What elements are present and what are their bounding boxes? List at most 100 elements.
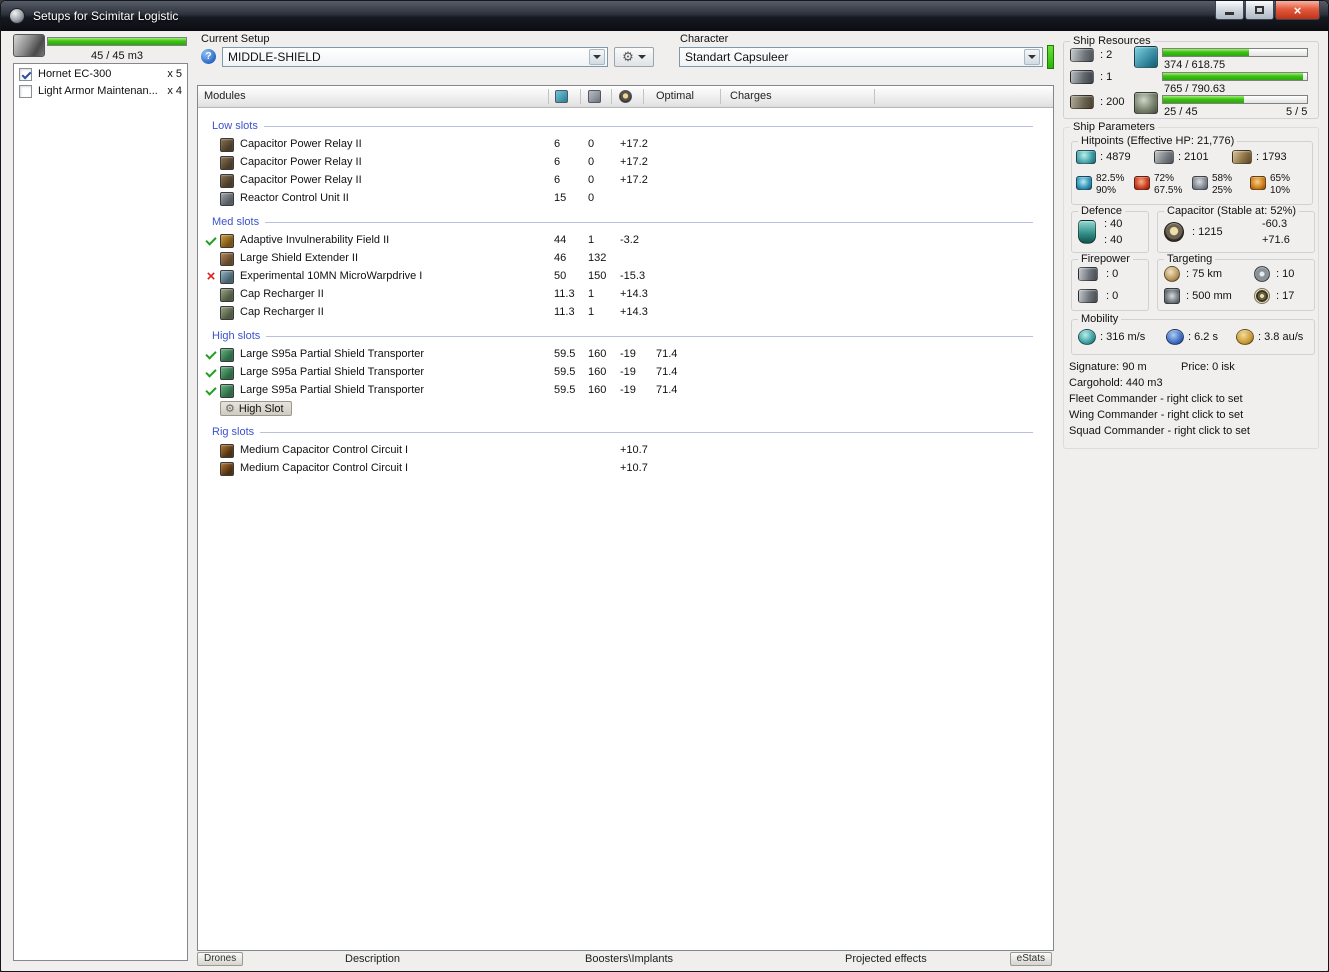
module-cpu-value: 44 — [554, 234, 567, 246]
character-label: Character — [680, 33, 729, 45]
squad-commander-text[interactable]: Squad Commander - right click to set — [1069, 425, 1250, 437]
calibration-icon — [1070, 95, 1094, 109]
wrench-icon: ⚙ — [225, 402, 235, 415]
drone-checkbox[interactable] — [19, 68, 32, 81]
module-powergrid-value: 160 — [588, 384, 607, 396]
maximize-icon — [1255, 6, 1264, 14]
module-optimal-value: 71.4 — [656, 366, 678, 378]
module-name: Experimental 10MN MicroWarpdrive I — [240, 270, 423, 282]
module-powergrid-value: 0 — [588, 174, 595, 186]
slot-section: High slots Large S95a Partial Shield Tran… — [198, 326, 1053, 418]
drone-list[interactable]: Hornet EC-300 x 5 Light Armor Maintenan...… — [13, 63, 188, 961]
character-status-indicator — [1047, 45, 1054, 69]
module-row[interactable]: Medium Capacitor Control Circuit I +10.7 — [198, 442, 1053, 460]
module-powergrid-value: 160 — [588, 348, 607, 360]
offline-cross-icon: × — [206, 268, 216, 285]
module-row[interactable]: Adaptive Invulnerability Field II 44 1 -3.2 — [198, 232, 1053, 250]
module-row[interactable]: Cap Recharger II 11.3 1 +14.3 — [198, 304, 1053, 322]
drone-bay-bar — [47, 37, 187, 46]
capacitor-title: Capacitor (Stable at: 52%) — [1164, 205, 1300, 217]
scan-resolution-icon — [1164, 288, 1180, 304]
module-cpu-value: 59.5 — [554, 366, 576, 378]
warp-speed-value: : 3.8 au/s — [1258, 331, 1304, 343]
character-select-arrow[interactable] — [1024, 49, 1040, 65]
ship-parameters-title: Ship Parameters — [1070, 121, 1158, 133]
status-blank — [204, 287, 218, 303]
module-capacitor-value: +10.7 — [620, 462, 648, 474]
maximize-button[interactable] — [1245, 1, 1274, 20]
module-name: Capacitor Power Relay II — [240, 174, 362, 186]
tab-estats[interactable]: eStats — [1009, 952, 1052, 966]
close-button[interactable]: × — [1275, 1, 1320, 20]
module-capacitor-value: +17.2 — [620, 156, 648, 168]
drone-bandwidth-text: 25 / 45 — [1164, 106, 1198, 118]
drone-list-item[interactable]: Hornet EC-300 x 5 — [14, 66, 187, 83]
drone-list-item[interactable]: Light Armor Maintenan... x 4 — [14, 83, 187, 100]
wing-commander-text[interactable]: Wing Commander - right click to set — [1069, 409, 1243, 421]
tab-boosters-implants[interactable]: Boosters\Implants — [585, 953, 673, 965]
targeting-range-value: : 75 km — [1186, 268, 1223, 280]
defence-value-bottom: : 40 — [1104, 234, 1123, 246]
module-capacitor-value: +10.7 — [620, 444, 648, 456]
slot-section-title: Low slots — [212, 120, 258, 132]
em-resist-icon — [1076, 176, 1092, 190]
module-powergrid-value: 132 — [588, 252, 607, 264]
active-check-icon — [204, 347, 218, 363]
module-row[interactable]: × Experimental 10MN MicroWarpdrive I 50 150… — [198, 268, 1053, 286]
module-cpu-value: 6 — [554, 138, 561, 150]
setup-select-arrow[interactable] — [589, 49, 605, 65]
module-row[interactable]: Large S95a Partial Shield Transporter 59.… — [198, 382, 1053, 400]
module-capacitor-value: +17.2 — [620, 174, 648, 186]
module-row[interactable]: Capacitor Power Relay II 6 0 +17.2 — [198, 172, 1053, 190]
module-capacitor-value: +17.2 — [620, 138, 648, 150]
module-icon-invul — [220, 234, 234, 248]
capacitor-column-icon — [619, 90, 632, 103]
slot-section-header: Low slots — [198, 116, 1053, 136]
tab-drones[interactable]: Drones — [197, 952, 244, 966]
setup-select[interactable]: MIDDLE-SHIELD — [222, 47, 608, 67]
module-capacitor-value: +14.3 — [620, 288, 648, 300]
module-row[interactable]: Capacitor Power Relay II 6 0 +17.2 — [198, 136, 1053, 154]
status-blank — [204, 191, 218, 207]
modules-panel: Modules Optimal Charges Low slots Capacit… — [197, 85, 1054, 951]
drone-checkbox[interactable] — [19, 85, 32, 98]
module-icon-cap-relay — [220, 138, 234, 152]
module-powergrid-value: 0 — [588, 192, 595, 204]
character-select[interactable]: Standart Capsuleer — [679, 47, 1043, 67]
module-row[interactable]: Medium Capacitor Control Circuit I +10.7 — [198, 460, 1053, 478]
slot-section-divider — [263, 125, 1033, 127]
slot-section: Med slots Adaptive Invulnerability Field … — [198, 212, 1053, 322]
module-row[interactable]: Capacitor Power Relay II 6 0 +17.2 — [198, 154, 1053, 172]
module-name: Cap Recharger II — [240, 288, 324, 300]
help-icon[interactable]: ? — [201, 49, 216, 64]
module-icon-transporter — [220, 366, 234, 380]
module-name: Cap Recharger II — [240, 306, 324, 318]
tab-projected-effects[interactable]: Projected effects — [845, 953, 927, 965]
module-row[interactable]: Cap Recharger II 11.3 1 +14.3 — [198, 286, 1053, 304]
module-row[interactable]: Reactor Control Unit II 15 0 — [198, 190, 1053, 208]
slot-section-divider — [260, 431, 1033, 433]
slot-section-header: High slots — [198, 326, 1053, 346]
minimize-button[interactable] — [1215, 1, 1244, 20]
hull-hp-icon — [1232, 150, 1252, 164]
module-capacitor-value: -19 — [620, 384, 636, 396]
module-row[interactable]: Large S95a Partial Shield Transporter 59.… — [198, 346, 1053, 364]
empty-high-slot-button[interactable]: ⚙ High Slot — [220, 401, 292, 416]
drone-bay-icon — [13, 34, 45, 57]
module-capacitor-value: -15.3 — [620, 270, 646, 282]
module-icon-reactor — [220, 192, 234, 206]
setup-tools-button[interactable]: ⚙ — [614, 47, 654, 67]
fleet-commander-text[interactable]: Fleet Commander - right click to set — [1069, 393, 1243, 405]
powergrid-icon — [1134, 92, 1158, 114]
active-check-icon — [204, 233, 218, 249]
tab-description[interactable]: Description — [345, 953, 400, 965]
cpu-bar — [1162, 48, 1308, 57]
firepower-title: Firepower — [1078, 253, 1133, 265]
empty-slot-row[interactable]: ⚙ High Slot — [198, 400, 1053, 418]
module-row[interactable]: Large S95a Partial Shield Transporter 59.… — [198, 364, 1053, 382]
ship-resources-box: Ship Resources : 2 : 1 : 200 374 / 618.7… — [1063, 35, 1319, 119]
module-row[interactable]: Large Shield Extender II 46 132 — [198, 250, 1053, 268]
max-targets-value: : 10 — [1276, 268, 1295, 280]
slot-section: Rig slots Medium Capacitor Control Circui… — [198, 422, 1053, 478]
active-check-icon — [204, 365, 218, 381]
